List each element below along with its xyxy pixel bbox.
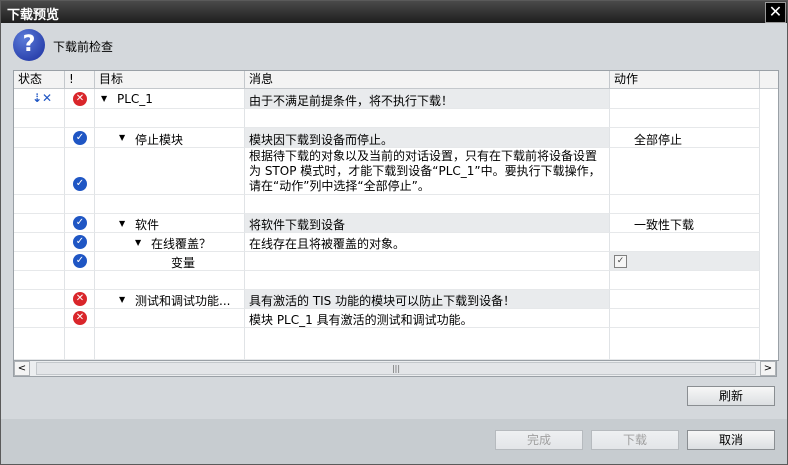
column-header-message[interactable]: 消息 xyxy=(245,71,610,88)
action-cell[interactable]: 一致性下载 xyxy=(610,214,760,233)
table-row[interactable]: ✓ ▼ 在线覆盖？ 在线存在且将被覆盖的对象。 xyxy=(14,233,778,252)
scroll-left-icon[interactable]: < xyxy=(14,361,30,376)
header-area: ? 下载前检查 xyxy=(1,23,787,67)
table-row-spacer xyxy=(14,328,778,360)
scroll-thumb[interactable]: ||| xyxy=(36,362,756,375)
column-header-target[interactable]: 目标 xyxy=(95,71,245,88)
check-icon: ✓ xyxy=(73,235,87,249)
column-header-action[interactable]: 动作 xyxy=(610,71,760,88)
table-row[interactable]: ⇣✕ ✕ ▼ PLC_1 由于不满足前提条件，将不执行下载！ xyxy=(14,89,778,109)
action-select[interactable]: 全部停止 xyxy=(634,131,682,148)
action-cell[interactable]: ✓ xyxy=(610,252,760,271)
expand-triangle-icon[interactable]: ▼ xyxy=(119,295,125,304)
error-icon: ✕ xyxy=(73,311,87,325)
column-header-spacer xyxy=(760,71,778,88)
table-row-spacer xyxy=(14,109,778,128)
question-icon: ? xyxy=(13,29,45,61)
table-row[interactable]: ✓ 根据待下载的对象以及当前的对话设置，只有在下载前将设备设置为 STOP 模式… xyxy=(14,148,778,195)
finish-button[interactable]: 完成 xyxy=(495,430,583,450)
target-label: 停止模块 xyxy=(135,133,184,147)
title-bar: 下载预览 ✕ xyxy=(1,1,787,23)
window-title: 下载预览 xyxy=(7,8,60,23)
action-cell[interactable] xyxy=(610,89,760,109)
expand-triangle-icon[interactable]: ▼ xyxy=(101,94,107,103)
expand-triangle-icon[interactable]: ▼ xyxy=(119,219,125,228)
target-label: 变量 xyxy=(171,256,196,270)
message-text: 具有激活的 TIS 功能的模块可以防止下载到设备！ xyxy=(249,294,516,308)
action-select[interactable]: 一致性下载 xyxy=(634,216,694,233)
error-icon: ✕ xyxy=(73,92,87,106)
table-header: 状态 ! 目标 消息 动作 xyxy=(14,71,778,89)
download-preview-dialog: 下载预览 ✕ ? 下载前检查 状态 ! 目标 消息 动作 ⇣✕ ✕ ▼ PLC_1… xyxy=(0,0,788,465)
header-text: 下载前检查 xyxy=(53,40,114,54)
cancel-button[interactable]: 取消 xyxy=(687,430,775,450)
target-label: 软件 xyxy=(135,218,160,232)
download-button[interactable]: 下载 xyxy=(591,430,679,450)
table-row[interactable]: ✓ ▼ 软件 将软件下载到设备 一致性下载 xyxy=(14,214,778,233)
overwrite-checkbox[interactable]: ✓ xyxy=(614,255,627,268)
table-row-spacer xyxy=(14,195,778,214)
error-icon: ✕ xyxy=(73,292,87,306)
target-label: PLC_1 xyxy=(117,92,153,106)
action-cell[interactable]: 全部停止 xyxy=(610,128,760,148)
close-button[interactable]: ✕ xyxy=(765,2,786,23)
table-row[interactable]: ✕ ▼ 测试和调试功能... 具有激活的 TIS 功能的模块可以防止下载到设备！ xyxy=(14,290,778,309)
check-icon: ✓ xyxy=(73,131,87,145)
check-table: 状态 ! 目标 消息 动作 ⇣✕ ✕ ▼ PLC_1 由于不满足前提条件，将不执行… xyxy=(13,70,779,361)
message-text: 根据待下载的对象以及当前的对话设置，只有在下载前将设备设置为 STOP 模式时，… xyxy=(249,149,601,193)
target-label: 测试和调试功能... xyxy=(135,294,231,308)
table-row-spacer xyxy=(14,271,778,290)
column-header-status[interactable]: 状态 xyxy=(14,71,65,88)
message-text: 模块因下载到设备而停止。 xyxy=(249,133,394,147)
expand-triangle-icon[interactable]: ▼ xyxy=(135,238,141,247)
table-row[interactable]: ✕ 模块 PLC_1 具有激活的测试和调试功能。 xyxy=(14,309,778,328)
column-header-flag[interactable]: ! xyxy=(65,71,95,88)
download-icon: ⇣✕ xyxy=(32,91,53,105)
check-icon: ✓ xyxy=(73,254,87,268)
refresh-button[interactable]: 刷新 xyxy=(687,386,775,406)
message-text: 将软件下载到设备 xyxy=(249,218,346,232)
expand-triangle-icon[interactable]: ▼ xyxy=(119,133,125,142)
table-row[interactable]: ✓ ▼ 停止模块 模块因下载到设备而停止。 全部停止 xyxy=(14,128,778,148)
message-text: 模块 PLC_1 具有激活的测试和调试功能。 xyxy=(249,313,473,327)
message-text: 由于不满足前提条件，将不执行下载！ xyxy=(249,94,454,108)
message-text: 在线存在且将被覆盖的对象。 xyxy=(249,237,406,251)
scroll-right-icon[interactable]: > xyxy=(760,361,776,376)
horizontal-scrollbar[interactable]: < ||| > xyxy=(13,360,777,377)
check-icon: ✓ xyxy=(73,177,87,191)
check-icon: ✓ xyxy=(73,216,87,230)
target-label: 在线覆盖？ xyxy=(151,237,212,251)
footer-area: 完成 下载 取消 xyxy=(1,419,787,464)
table-row[interactable]: ✓ 变量 ✓ xyxy=(14,252,778,271)
